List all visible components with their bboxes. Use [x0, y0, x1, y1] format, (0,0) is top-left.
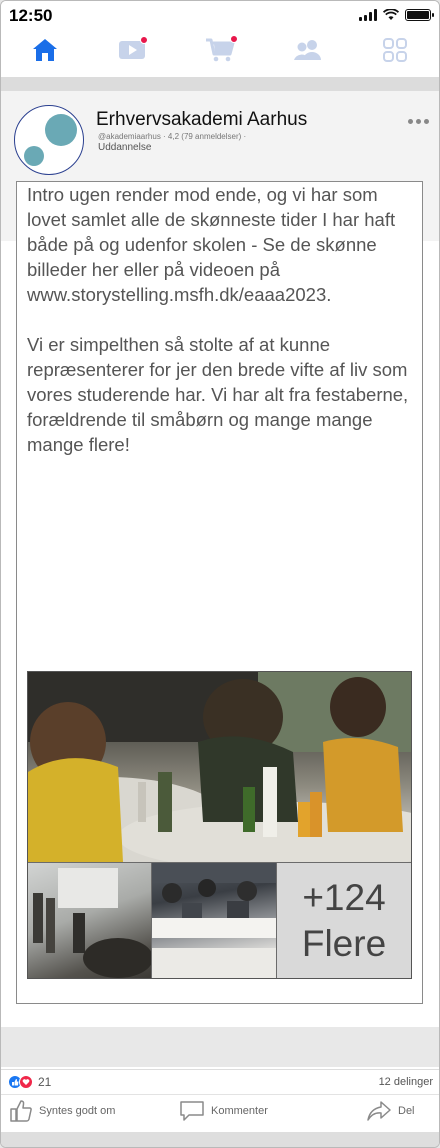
status-icons	[359, 9, 434, 21]
nav-groups[interactable]	[264, 29, 352, 71]
photo-thumbnail[interactable]	[28, 863, 151, 978]
comment-icon	[180, 1101, 204, 1121]
phone-frame: 12:50 Erhvervsakademi Aarhus @akademiaar…	[0, 0, 440, 1148]
signal-icon	[359, 9, 377, 21]
cart-notification-badge	[229, 35, 238, 43]
page-avatar[interactable]	[14, 105, 84, 175]
post-footer-band	[1, 1027, 439, 1067]
page-category: Uddannelse	[98, 142, 152, 153]
photo-main[interactable]	[28, 672, 411, 862]
love-reaction-icon	[19, 1075, 33, 1089]
feed-divider	[1, 77, 439, 91]
page-meta: @akademiaarhus · 4,2 (79 anmeldelser) ·	[98, 132, 247, 141]
photo-thumbnail[interactable]	[152, 863, 276, 978]
more-photos-label: Flere	[301, 922, 387, 964]
groups-icon	[293, 40, 321, 60]
post-content: Intro ugen render mod ende, og vi har so…	[16, 181, 423, 1004]
nav-marketplace[interactable]	[176, 29, 264, 71]
bottom-band	[1, 1132, 439, 1147]
reaction-count: 21	[38, 1075, 52, 1089]
nav-video[interactable]	[89, 29, 177, 71]
reaction-icons	[8, 1075, 33, 1089]
status-bar: 12:50	[1, 1, 439, 29]
more-photos-count: +124	[302, 876, 386, 918]
post-paragraph: Vi er simpelthen så stolte af at kunne r…	[27, 334, 409, 455]
share-button[interactable]: Del	[366, 1099, 415, 1123]
comment-button-label: Kommenter	[211, 1105, 268, 1117]
more-photos-tile[interactable]: +124 Flere	[277, 863, 411, 978]
nav-menu[interactable]	[351, 29, 439, 71]
post-text: Intro ugen render mod ende, og vi har so…	[27, 182, 417, 482]
top-nav	[1, 29, 439, 71]
photo-main-scene	[28, 672, 411, 862]
photo-grid: +124 Flere	[27, 671, 412, 979]
status-time: 12:50	[9, 6, 53, 25]
menu-grid-icon	[383, 38, 408, 62]
share-count[interactable]: 12 delinger	[379, 1076, 433, 1088]
wifi-icon	[383, 9, 399, 20]
like-button[interactable]: Syntes godt om	[9, 1099, 115, 1123]
share-button-label: Del	[398, 1105, 415, 1117]
video-notification-badge	[140, 36, 149, 44]
more-options-icon[interactable]	[408, 119, 429, 124]
comment-button[interactable]: Kommenter	[179, 1099, 268, 1123]
post-paragraph: Intro ugen render mod ende, og vi har so…	[27, 184, 396, 305]
home-icon	[32, 39, 57, 61]
share-arrow-icon	[367, 1101, 391, 1121]
post-action-bar: Syntes godt om Kommenter Del	[1, 1094, 439, 1132]
thumbs-up-icon	[10, 1100, 32, 1122]
battery-icon	[405, 9, 434, 21]
nav-home[interactable]	[1, 29, 89, 71]
like-button-label: Syntes godt om	[39, 1105, 116, 1117]
page-name[interactable]: Erhvervsakademi Aarhus	[96, 109, 307, 131]
reaction-summary[interactable]: 21 12 delinger	[1, 1069, 439, 1093]
